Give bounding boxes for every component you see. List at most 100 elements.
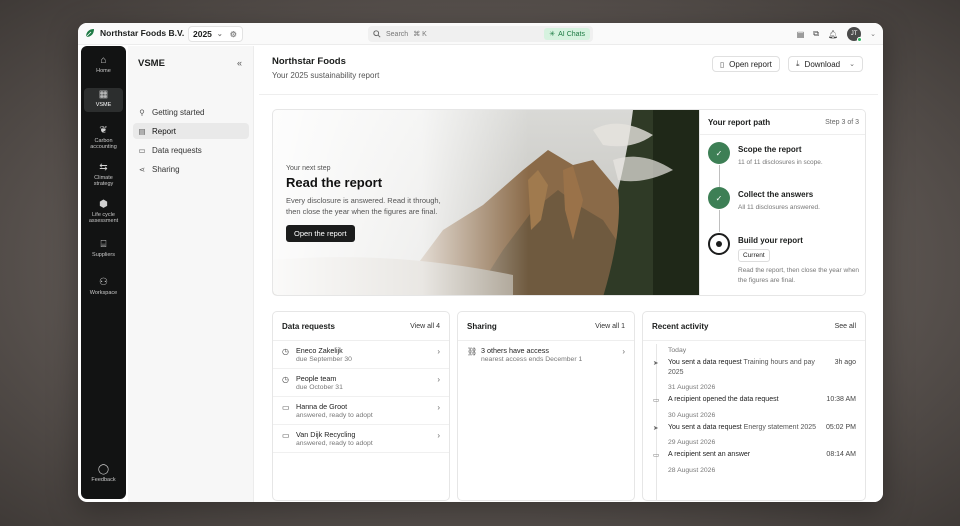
current-badge: Current [738, 249, 770, 262]
view-all-link[interactable]: View all 1 [595, 323, 625, 330]
chat-bubble-icon: ◯ [97, 464, 110, 475]
recent-activity-card: Recent activity See all Today ➤ You sent… [642, 311, 866, 501]
nav-item-suppliers[interactable]: ⌸ Suppliers [84, 240, 123, 258]
bell-icon[interactable]: 🔔︎ [828, 30, 838, 39]
row-meta: due September 30 [296, 356, 352, 363]
activity-text: You sent a data request [668, 359, 742, 366]
clipboard-icon[interactable]: ▤ [797, 30, 805, 39]
download-button[interactable]: ⤓ Download ⌄ [788, 56, 863, 72]
download-icon: ⤓ [796, 59, 800, 68]
list-item[interactable]: ⛓ 3 others have access nearest access en… [458, 341, 634, 369]
chevron-right-icon: › [622, 347, 625, 356]
document-icon: ▦ [98, 89, 109, 100]
step-description: Read the report, then close the year whe… [738, 267, 860, 284]
hero-text: Your next step Read the report Every dis… [286, 165, 486, 242]
feedback-button[interactable]: ◯ Feedback [84, 464, 123, 483]
clock-icon: ◷ [282, 375, 289, 384]
activity-time: 10:38 AM [826, 396, 856, 403]
share-icon: ⋖ [138, 164, 146, 174]
row-title: Eneco Zakelijk [296, 346, 343, 355]
send-icon: ➤ [653, 424, 659, 432]
chevron-right-icon: › [437, 375, 440, 384]
sidebar-item-label: Data requests [152, 145, 202, 155]
inbox-icon: ▭ [653, 397, 660, 404]
avatar-initials: JT [850, 31, 858, 37]
chevron-down-icon[interactable]: ⌄ [870, 30, 876, 38]
list-item[interactable]: ▭ Hanna de Groot answered, ready to adop… [273, 397, 449, 425]
sidebar-item-data-requests[interactable]: ▭ Data requests [133, 142, 249, 158]
row-title: People team [296, 374, 337, 383]
search-icon [373, 30, 381, 38]
home-icon: ⌂ [100, 55, 107, 66]
route-icon: ⇆ [99, 162, 108, 173]
card-title: Recent activity [652, 321, 709, 331]
feedback-label: Feedback [91, 476, 116, 483]
row-title: Van Dijk Recycling [296, 430, 356, 439]
ai-chats-button[interactable]: ✳ AI Chats [544, 28, 590, 40]
org-switcher[interactable]: Northstar Foods B.V. [85, 28, 184, 38]
main-content: Northstar Foods Your 2025 sustainability… [254, 46, 883, 502]
row-title: Hanna de Groot [296, 402, 348, 411]
gear-icon[interactable]: ⚙ [230, 30, 237, 39]
report-path-title: Your report path [708, 117, 771, 127]
nav-item-life-cycle-assessment[interactable]: ⬢ Life cycle assessment [84, 200, 123, 225]
header-divider [259, 94, 878, 95]
activity-text: You sent a data request [668, 423, 742, 431]
card-header: Data requests View all 4 [273, 312, 449, 341]
list-item[interactable]: ▭ Van Dijk Recycling answered, ready to … [273, 425, 449, 453]
search-input[interactable]: Search ⌘ K ✳ AI Chats [368, 26, 593, 42]
sharing-card: Sharing View all 1 ⛓ 3 others have acces… [457, 311, 635, 501]
year-value: 2025 [193, 29, 212, 39]
activity-date: 29 August 2026 [668, 439, 716, 446]
nav-item-carbon-accounting[interactable]: ❦ Carbon accounting [84, 126, 123, 151]
sidebar-item-sharing[interactable]: ⋖ Sharing [133, 161, 249, 177]
list-item[interactable]: ◷ People team due October 31 › [273, 369, 449, 397]
rocket-icon: ⚲ [139, 107, 145, 117]
step-title: Scope the report [738, 145, 802, 154]
nav-item-label: Suppliers [92, 251, 115, 258]
activity-text: A recipient opened the data request [668, 396, 779, 403]
see-all-link[interactable]: See all [835, 323, 856, 330]
list-item[interactable]: ◷ Eneco Zakelijk due September 30 › [273, 341, 449, 369]
open-the-report-button[interactable]: Open the report [286, 225, 355, 242]
step-title: Collect the answers [738, 190, 814, 199]
activity-date: 28 August 2026 [668, 466, 716, 474]
layers-icon[interactable]: ⧉ [813, 29, 819, 39]
activity-item[interactable]: ▭ A recipient opened the data request 10… [643, 395, 865, 405]
activity-item[interactable]: ➤ You sent a data request Training hours… [643, 358, 865, 377]
leaf-logo-icon [85, 29, 94, 38]
file-icon: ▯ [720, 59, 725, 69]
topbar-actions: ▤ ⧉ 🔔︎ JT ⌄ [797, 27, 876, 42]
inbox-icon: ▭ [138, 145, 146, 155]
step-connector [718, 210, 720, 232]
avatar[interactable]: JT [847, 27, 863, 42]
sidebar-item-getting-started[interactable]: ⚲ Getting started [133, 104, 249, 120]
activity-item[interactable]: ▭ A recipient sent an answer 08:14 AM [643, 450, 865, 460]
sidebar-item-label: Sharing [152, 164, 180, 174]
step-description: All 11 disclosures answered. [738, 204, 820, 211]
activity-item[interactable]: ➤ You sent a data request Energy stateme… [643, 423, 865, 433]
activity-detail: Energy statement 2025 [743, 423, 817, 431]
collapse-sidebar-icon[interactable]: « [237, 58, 242, 68]
report-path-header: Your report path Step 3 of 3 [700, 110, 865, 135]
view-all-link[interactable]: View all 4 [410, 323, 440, 330]
activity-date: Today [668, 347, 687, 354]
nav-item-workspace[interactable]: ⚇ Workspace [84, 278, 123, 296]
activity-time: 05:02 PM [826, 423, 856, 431]
sparkle-icon: ✳ [549, 31, 556, 38]
chevron-right-icon: › [437, 347, 440, 356]
nav-item-climate-strategy[interactable]: ⇆ Climate strategy [84, 162, 123, 188]
download-label: Download [804, 59, 841, 69]
sidebar-item-report[interactable]: ▤ Report [133, 123, 249, 139]
file-icon: ▤ [138, 126, 146, 136]
nav-item-vsme[interactable]: ▦ VSME [84, 88, 123, 112]
top-bar: Northstar Foods B.V. 2025 ⌄ ⚙ Search ⌘ K… [78, 23, 883, 45]
card-header: Recent activity See all [643, 312, 865, 341]
row-title: 3 others have access [481, 346, 549, 355]
inbox-icon: ▭ [653, 452, 660, 459]
online-status-dot [857, 37, 863, 42]
year-selector[interactable]: 2025 ⌄ ⚙ [188, 26, 243, 42]
nav-item-home[interactable]: ⌂ Home [84, 55, 123, 74]
open-report-button[interactable]: ▯ Open report [712, 56, 780, 72]
hero-kicker: Your next step [286, 165, 331, 172]
